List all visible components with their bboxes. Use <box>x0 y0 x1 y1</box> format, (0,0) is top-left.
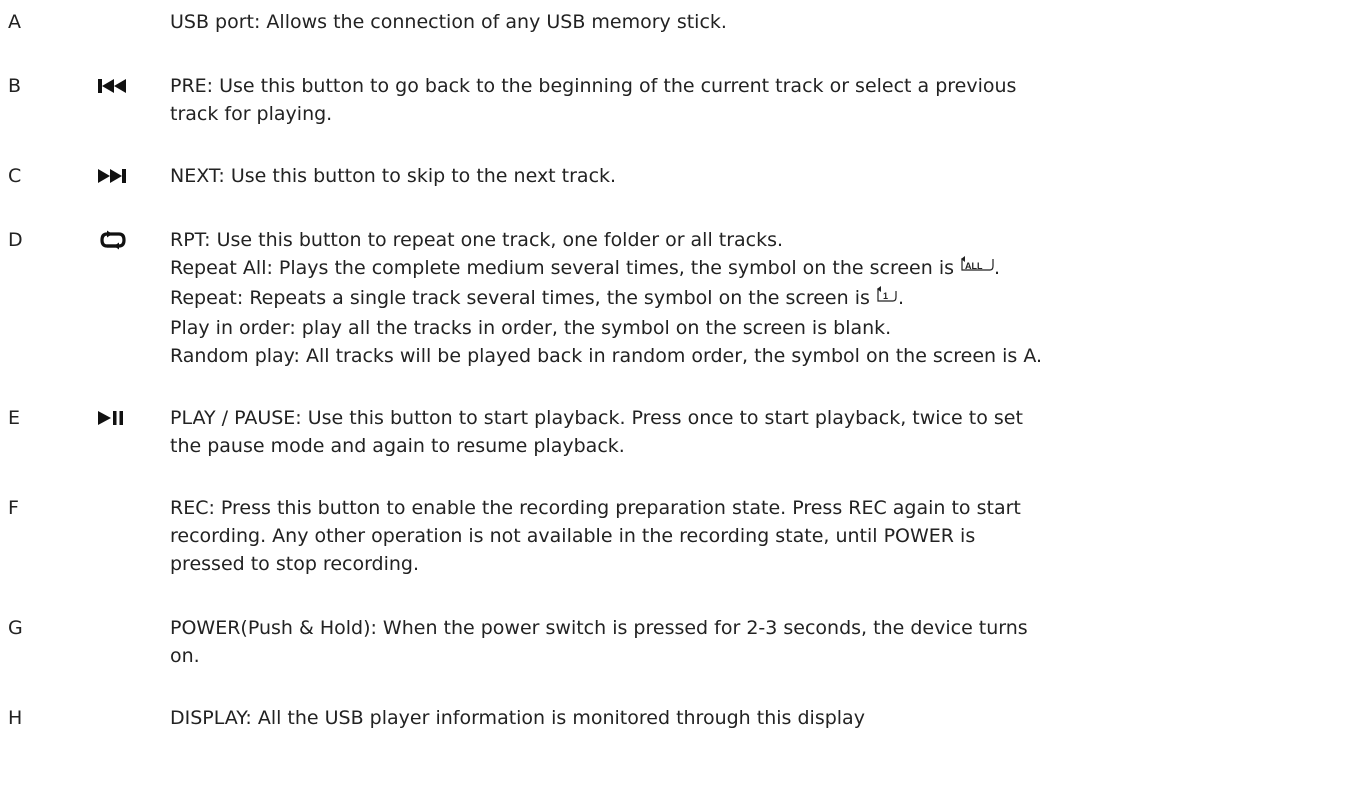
description-line: NEXT: Use this button to skip to the nex… <box>170 165 617 187</box>
description-line: RPT: Use this button to repeat one track… <box>170 229 784 251</box>
entry-description: RPT: Use this button to repeat one track… <box>170 226 1365 370</box>
description-line-text: Repeat: Repeats a single track several t… <box>170 287 870 309</box>
entry-letter: D <box>8 229 23 251</box>
entry-description: POWER(Push & Hold): When the power switc… <box>170 614 1365 670</box>
entry-letter: E <box>8 407 21 429</box>
repeat-all-symbol-icon: ALL <box>960 256 994 284</box>
description-line: Random play: All tracks will be played b… <box>170 345 1043 367</box>
description-line: recording. Any other operation is not av… <box>170 525 976 547</box>
entry-letter: B <box>8 75 22 97</box>
description-line: on. <box>170 645 200 667</box>
description-line: Play in order: play all the tracks in or… <box>170 317 892 339</box>
description-line: Repeat All: Plays the complete medium se… <box>170 254 1365 284</box>
description-line: pressed to stop recording. <box>170 553 420 575</box>
entry-letter: F <box>8 497 19 519</box>
repeat-icon <box>97 230 129 250</box>
entry-description: REC: Press this button to enable the rec… <box>170 494 1365 578</box>
description-line: Repeat: Repeats a single track several t… <box>170 284 1365 314</box>
description-line: PLAY / PAUSE: Use this button to start p… <box>170 407 1023 429</box>
entry-letter: H <box>8 707 23 729</box>
play-pause-icon <box>97 408 129 428</box>
entry-letter: C <box>8 165 22 187</box>
sentence-end: . <box>897 287 904 309</box>
description-line: REC: Press this button to enable the rec… <box>170 497 1021 519</box>
repeat-all-symbol-text: ALL <box>965 261 983 271</box>
description-line: POWER(Push & Hold): When the power switc… <box>170 617 1028 639</box>
description-line: DISPLAY: All the USB player information … <box>170 707 865 729</box>
entry-description: USB port: Allows the connection of any U… <box>170 8 1365 36</box>
entry-letter: A <box>8 11 21 33</box>
description-line: PRE: Use this button to go back to the b… <box>170 75 1017 97</box>
description-line: track for playing. <box>170 103 333 125</box>
description-line: the pause mode and again to resume playb… <box>170 435 625 457</box>
description-line: USB port: Allows the connection of any U… <box>170 11 727 33</box>
repeat-one-symbol-icon: 1 <box>876 286 898 314</box>
entry-description: NEXT: Use this button to skip to the nex… <box>170 162 1365 190</box>
entry-description: PLAY / PAUSE: Use this button to start p… <box>170 404 1365 460</box>
previous-track-icon <box>97 76 129 96</box>
entry-letter: G <box>8 617 23 639</box>
next-track-icon <box>97 166 129 186</box>
repeat-one-symbol-text: 1 <box>883 291 888 301</box>
sentence-end: . <box>994 257 1001 279</box>
entry-description: PRE: Use this button to go back to the b… <box>170 72 1365 128</box>
description-line-text: Repeat All: Plays the complete medium se… <box>170 257 954 279</box>
entry-description: DISPLAY: All the USB player information … <box>170 704 1365 732</box>
